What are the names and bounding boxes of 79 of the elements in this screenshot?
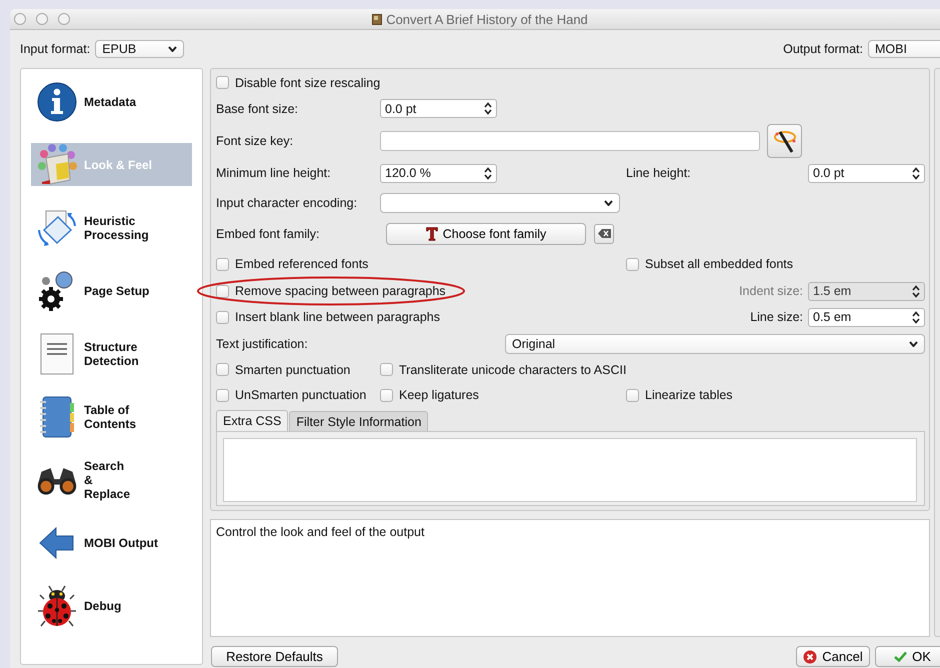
spin-arrows-icon <box>912 166 920 180</box>
chevron-icon <box>909 340 918 346</box>
spin-arrows-icon <box>912 310 920 324</box>
description-text: Control the look and feel of the output <box>210 519 930 637</box>
tab[interactable]: Extra CSS <box>216 410 288 431</box>
spin-arrows-icon <box>484 166 492 180</box>
spin-box[interactable]: 0.0 pt <box>380 99 497 118</box>
field-label: Line size: <box>749 310 803 324</box>
checkbox-label: Linearize tables <box>645 388 733 402</box>
book-icon <box>372 14 382 24</box>
input-format-dropdown[interactable]: EPUB <box>95 40 184 58</box>
sidebar-item[interactable]: Metadata <box>31 70 192 133</box>
sidebar-item[interactable]: Debug <box>31 574 192 637</box>
checkbox[interactable] <box>216 388 229 402</box>
field-label: Text justification: <box>216 336 309 350</box>
checkbox[interactable] <box>216 284 229 298</box>
close-button[interactable] <box>14 13 26 25</box>
output-format-dropdown[interactable]: MOBI <box>868 40 940 58</box>
sidebar-item[interactable]: MOBI Output <box>31 511 192 574</box>
checkbox[interactable] <box>216 258 229 270</box>
checkbox-label: Insert blank line between paragraphs <box>235 310 440 324</box>
choose-font-button[interactable]: Choose font family <box>386 222 586 244</box>
checkbox-label: Remove spacing between paragraphs <box>235 284 446 298</box>
encoding-dropdown[interactable] <box>380 192 620 212</box>
field-label: Input format: <box>20 42 90 56</box>
checkmark-icon <box>894 651 908 662</box>
checkbox-label: Subset all embedded fonts <box>645 257 794 271</box>
checkbox[interactable] <box>216 76 229 89</box>
spin-arrows-icon <box>484 102 492 115</box>
field-label: Minimum line height: <box>216 166 332 180</box>
minimize-button[interactable] <box>36 13 48 25</box>
backspace-icon <box>598 229 610 238</box>
ok-button[interactable]: OK <box>875 646 940 667</box>
checkbox-label: Disable font size rescaling <box>235 76 380 90</box>
checkbox-label: Keep ligatures <box>399 388 479 402</box>
spin-box[interactable]: 120.0 % <box>380 164 497 182</box>
checkbox[interactable] <box>380 363 393 376</box>
zoom-button[interactable] <box>58 13 70 25</box>
ladybug-icon <box>36 584 78 626</box>
clear-button[interactable] <box>594 224 614 244</box>
checkbox-label: Transliterate unicode characters to ASCII <box>399 362 626 376</box>
sidebar-item[interactable]: Search & Replace <box>31 448 192 511</box>
css-text-area[interactable] <box>223 438 917 502</box>
field-label: Input character encoding: <box>216 196 358 210</box>
font-icon <box>426 226 438 240</box>
checkbox-label: Smarten punctuation <box>235 362 350 376</box>
sidebar-item[interactable]: Structure Detection <box>31 322 192 385</box>
sidebar-item[interactable]: Table of Contents <box>31 385 192 448</box>
sidebar-item[interactable]: Heuristic Processing <box>31 196 192 259</box>
checkbox[interactable] <box>380 388 393 402</box>
window-title: Convert A Brief History of the Hand <box>386 12 588 26</box>
checkbox-label: Embed referenced fonts <box>235 257 368 271</box>
justification-dropdown[interactable]: Original <box>505 334 925 354</box>
field-label: Output format: <box>783 42 863 56</box>
cancel-button[interactable]: Cancel <box>796 646 870 667</box>
tab[interactable]: Filter Style Information <box>289 411 428 431</box>
restore-defaults-button[interactable]: Restore Defaults <box>211 646 338 667</box>
checkbox[interactable] <box>626 388 639 402</box>
cancel-icon <box>803 650 818 664</box>
input-field[interactable] <box>380 130 760 150</box>
spin-box[interactable]: 0.5 em <box>808 308 925 326</box>
paint-bucket-icon <box>36 144 78 186</box>
chevron-icon <box>168 46 178 52</box>
spin-arrows-icon <box>912 284 920 298</box>
rotate-page-icon <box>36 208 78 248</box>
info-icon <box>36 82 78 122</box>
sidebar-item[interactable]: Page Setup <box>31 259 192 322</box>
field-label: Base font size: <box>216 102 299 116</box>
checkbox[interactable] <box>626 258 639 270</box>
wand-button[interactable] <box>767 124 802 158</box>
field-label: Indent size: <box>738 284 803 298</box>
field-label: Font size key: <box>216 134 294 148</box>
chevron-icon <box>604 200 613 206</box>
checkbox-label: UnSmarten punctuation <box>235 388 366 402</box>
checkbox[interactable] <box>216 363 229 376</box>
field-label: Line height: <box>626 166 692 180</box>
spin-box[interactable]: 0.0 pt <box>808 164 925 182</box>
checkbox[interactable] <box>216 310 229 324</box>
field-label: Embed font family: <box>216 226 321 240</box>
